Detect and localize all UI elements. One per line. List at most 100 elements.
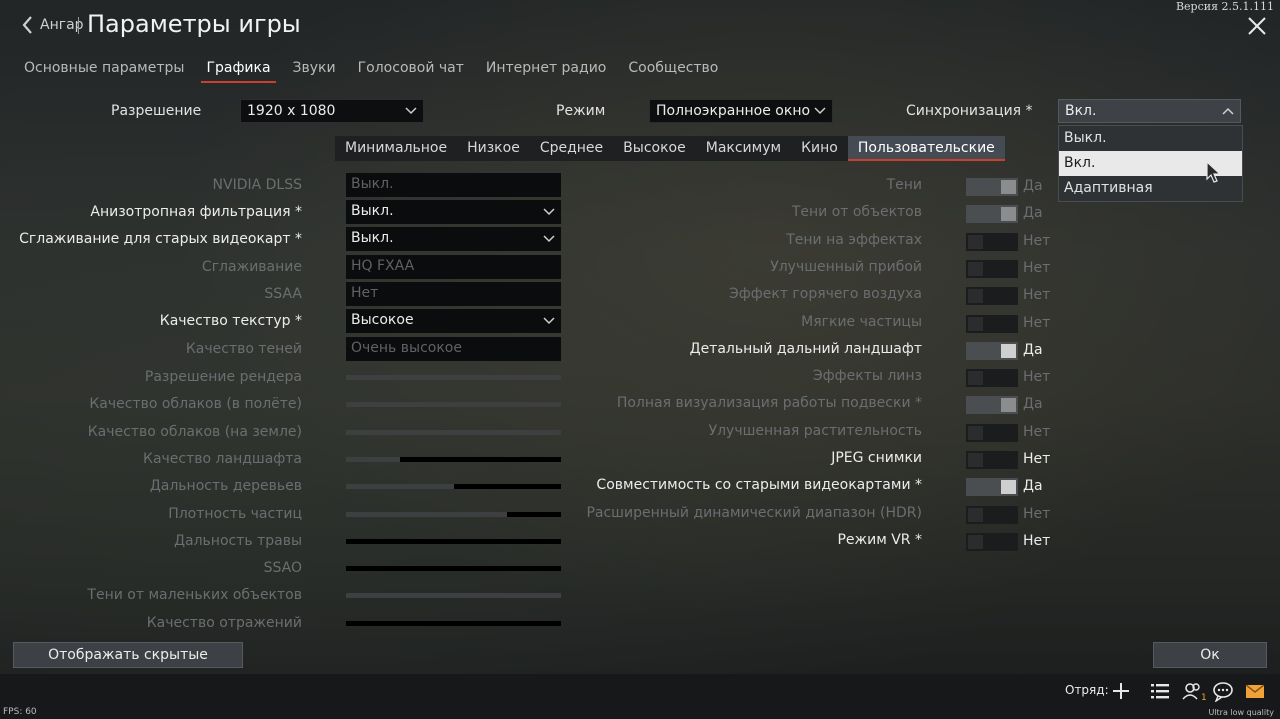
setting-value: HQ FXAA bbox=[351, 258, 415, 274]
tab-graphics[interactable]: Графика bbox=[195, 56, 281, 83]
toggle-label: Совместимость со старыми видеокартами * bbox=[596, 477, 922, 493]
ok-button[interactable]: Ок bbox=[1153, 642, 1267, 668]
setting-label-shadow-quality: Качество теней bbox=[185, 341, 302, 357]
quality-presets: Минимальное Низкое Среднее Высокое Макси… bbox=[335, 136, 1005, 161]
toggle-label: Тени на эффектах bbox=[786, 232, 922, 248]
toggle-label: Улучшенный прибой bbox=[770, 259, 922, 275]
setting-slider bbox=[346, 566, 561, 571]
setting-select-shadow-quality: Очень высокое bbox=[346, 337, 561, 361]
vsync-select[interactable]: Вкл. bbox=[1058, 99, 1241, 123]
preset-minimal[interactable]: Минимальное bbox=[335, 136, 457, 161]
toggle-knob bbox=[968, 508, 983, 522]
toggle-label: Режим VR * bbox=[837, 532, 922, 548]
list-icon[interactable] bbox=[1149, 680, 1171, 702]
add-squad-icon[interactable] bbox=[1110, 680, 1132, 702]
tab-sounds[interactable]: Звуки bbox=[282, 56, 347, 83]
slider-label: Качество ландшафта bbox=[143, 451, 302, 467]
resolution-select[interactable]: 1920 x 1080 bbox=[240, 99, 424, 123]
preset-max[interactable]: Максимум bbox=[696, 136, 791, 161]
resolution-value: 1920 x 1080 bbox=[247, 103, 336, 119]
header-separator bbox=[78, 17, 79, 34]
toggle-switch[interactable] bbox=[966, 533, 1018, 551]
slider-label: Дальность деревьев bbox=[149, 478, 302, 494]
toggle-switch[interactable] bbox=[966, 342, 1018, 360]
setting-label-texture-quality: Качество текстур * bbox=[159, 313, 302, 329]
setting-label-ssaa: SSAA bbox=[264, 286, 302, 302]
settings-tabs: Основные параметры Графика Звуки Голосов… bbox=[13, 56, 729, 83]
tab-internet-radio[interactable]: Интернет радио bbox=[475, 56, 617, 83]
close-icon[interactable] bbox=[1247, 16, 1267, 36]
preset-medium[interactable]: Среднее bbox=[530, 136, 613, 161]
setting-select-anisotropic[interactable]: Выкл. bbox=[346, 200, 561, 224]
toggle-state: Да bbox=[1023, 478, 1043, 494]
setting-select-texture-quality[interactable]: Высокое bbox=[346, 309, 561, 333]
tab-voice-chat[interactable]: Голосовой чат bbox=[347, 56, 475, 83]
vsync-label: Синхронизация * bbox=[906, 103, 1033, 119]
toggle-label: Полная визуализация работы подвески * bbox=[616, 395, 922, 411]
show-hidden-notifications-button[interactable]: Отображать скрытые уведомления bbox=[13, 642, 243, 687]
slider-label: Качество облаков (в полёте) bbox=[89, 396, 302, 412]
resolution-label: Разрешение bbox=[111, 103, 202, 119]
toggle-knob bbox=[1001, 180, 1016, 194]
toggle-label: Эффекты линз bbox=[812, 368, 922, 384]
setting-select-legacy-aa[interactable]: Выкл. bbox=[346, 227, 561, 251]
mail-icon[interactable] bbox=[1244, 680, 1266, 702]
friends-icon[interactable] bbox=[1181, 680, 1203, 702]
setting-select-ssaa: Нет bbox=[346, 282, 561, 306]
back-to-hangar-button[interactable]: Ангар bbox=[20, 14, 84, 36]
setting-value: Высокое bbox=[351, 312, 414, 328]
slider-track-remaining bbox=[400, 457, 561, 462]
slider-label: Плотность частиц bbox=[168, 506, 302, 522]
setting-label-legacy-aa: Сглаживание для старых видеокарт * bbox=[19, 231, 302, 247]
mouse-cursor-icon bbox=[1206, 160, 1222, 183]
setting-slider bbox=[346, 457, 561, 462]
mode-label: Режим bbox=[556, 103, 606, 119]
squad-label: Отряд: bbox=[1065, 683, 1109, 697]
setting-value: Нет bbox=[351, 285, 379, 301]
vsync-option-off[interactable]: Выкл. bbox=[1059, 126, 1242, 151]
toggle-state: Нет bbox=[1023, 451, 1051, 467]
slider-label: Качество отражений bbox=[146, 615, 302, 631]
chat-icon[interactable] bbox=[1212, 680, 1234, 702]
setting-value: Выкл. bbox=[351, 230, 394, 246]
slider-label: Качество облаков (на земле) bbox=[87, 424, 302, 440]
tab-community[interactable]: Сообщество bbox=[617, 56, 729, 83]
setting-value: Очень высокое bbox=[351, 340, 462, 356]
setting-label-dlss: NVIDIA DLSS bbox=[212, 177, 302, 193]
preset-custom[interactable]: Пользовательские bbox=[847, 136, 1005, 161]
slider-label: SSAO bbox=[263, 560, 302, 576]
toggle-state: Нет bbox=[1023, 506, 1051, 522]
toggle-label: JPEG снимки bbox=[831, 450, 922, 466]
mode-select[interactable]: Полноэкранное окно bbox=[649, 99, 833, 123]
toggle-state: Нет bbox=[1023, 315, 1051, 331]
tab-basic[interactable]: Основные параметры bbox=[13, 56, 195, 83]
setting-slider bbox=[346, 402, 561, 407]
setting-label-aa: Сглаживание bbox=[201, 259, 302, 275]
toggle-label: Детальный дальний ландшафт bbox=[689, 341, 922, 357]
toggle-state: Да bbox=[1023, 205, 1043, 221]
toggle-switch bbox=[966, 369, 1018, 387]
chevron-down-icon bbox=[543, 317, 555, 325]
toggle-switch[interactable] bbox=[966, 451, 1018, 469]
toggle-switch[interactable] bbox=[966, 478, 1018, 496]
chevron-up-icon bbox=[1222, 107, 1234, 115]
setting-slider bbox=[346, 484, 561, 489]
preset-cinema[interactable]: Кино bbox=[791, 136, 848, 161]
vsync-value: Вкл. bbox=[1065, 103, 1097, 119]
slider-label: Разрешение рендера bbox=[144, 369, 302, 385]
toggle-state: Нет bbox=[1023, 533, 1051, 549]
chevron-down-icon bbox=[405, 107, 417, 115]
preset-low[interactable]: Низкое bbox=[457, 136, 530, 161]
setting-slider bbox=[346, 621, 561, 626]
toggle-switch bbox=[966, 315, 1018, 333]
chevron-left-icon bbox=[22, 16, 32, 34]
toggle-knob bbox=[968, 289, 983, 303]
slider-label: Дальность травы bbox=[174, 533, 302, 549]
toggle-label: Тени bbox=[886, 177, 922, 193]
setting-value: Выкл. bbox=[351, 203, 394, 219]
toggle-state: Да bbox=[1023, 396, 1043, 412]
toggle-state: Нет bbox=[1023, 260, 1051, 276]
preset-high[interactable]: Высокое bbox=[613, 136, 696, 161]
toggle-label: Улучшенная растительность bbox=[708, 423, 922, 439]
toggle-switch bbox=[966, 396, 1018, 414]
